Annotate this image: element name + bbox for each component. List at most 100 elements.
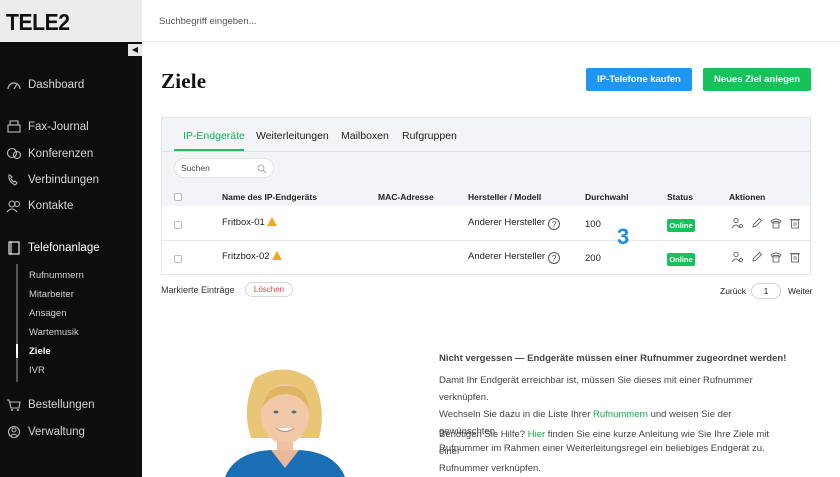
submenu-active-indicator <box>16 344 18 358</box>
col-mac-header[interactable]: MAC-Adresse <box>378 192 434 202</box>
sidebar-item-bestellungen[interactable]: Bestellungen <box>0 395 142 415</box>
page-number-input[interactable]: 1 <box>751 283 781 299</box>
settings-icon <box>7 425 21 439</box>
logo-area: TELE2 <box>0 0 142 42</box>
submenu-item-mitarbeiter[interactable]: Mitarbeiter <box>29 289 74 300</box>
rufnummern-link[interactable]: Rufnummern <box>593 409 648 420</box>
info-text: Rufnummer verknüpfen. <box>439 463 541 474</box>
submenu-item-rufnummern[interactable]: Rufnummern <box>29 270 84 281</box>
search-icon[interactable] <box>257 164 267 174</box>
device-name[interactable]: Fritzbox-02 <box>222 251 270 262</box>
phone-icon <box>8 174 18 186</box>
col-status-header[interactable]: Status <box>667 192 693 202</box>
phone-device-icon[interactable] <box>770 251 782 263</box>
submenu-item-ivr[interactable]: IVR <box>29 365 45 376</box>
phone-device-icon[interactable] <box>770 217 782 229</box>
tele2-logo[interactable]: TELE2 <box>6 9 70 36</box>
vendor-text: Anderer Hersteller <box>468 251 546 262</box>
info-text: Wechseln Sie dazu in die Liste Ihrer <box>439 409 594 420</box>
select-all-checkbox[interactable] <box>174 193 182 201</box>
sidebar-item-label: Bestellungen <box>28 399 95 411</box>
status-badge: Online <box>667 253 695 266</box>
sidebar-item-label: Telefonanlage <box>28 242 100 254</box>
col-extension-header[interactable]: Durchwahl <box>585 192 628 202</box>
sidebar-item-konferenzen[interactable]: Konferenzen <box>0 144 142 164</box>
pager-next[interactable]: Weiter <box>788 286 812 296</box>
page-title: Ziele <box>161 69 207 93</box>
sidebar-item-label: Dashboard <box>28 79 85 91</box>
submenu-line <box>16 264 18 382</box>
sidebar-item-verwaltung[interactable]: Verwaltung <box>0 422 142 442</box>
sidebar-item-label: Konferenzen <box>28 148 94 160</box>
sidebar-item-verbindungen[interactable]: Verbindungen <box>0 170 142 190</box>
submenu-item-ziele[interactable]: Ziele <box>29 346 51 357</box>
sidebar-item-kontakte[interactable]: Kontakte <box>0 196 142 216</box>
tab-weiterleitungen[interactable]: Weiterleitungen <box>256 130 329 142</box>
extension-cell: 100 <box>585 219 601 230</box>
buy-ip-phones-button[interactable]: IP-Telefone kaufen <box>586 68 692 91</box>
active-tab-indicator <box>174 149 244 151</box>
table-row: Fritzbox-02 Anderer Hersteller? 200 Onli… <box>162 241 810 275</box>
info-title: Nicht vergessen — Endgeräte müssen einer… <box>439 353 787 364</box>
col-vendor-header[interactable]: Hersteller / Modell <box>468 192 541 202</box>
tab-ip-endgeraete[interactable]: IP-Endgeräte <box>183 130 245 142</box>
info-paragraph-2: Benötigen Sie Hilfe? Hier finden Sie ein… <box>439 426 789 477</box>
help-link[interactable]: Hier <box>528 429 545 440</box>
devices-card: IP-Endgeräte Weiterleitungen Mailboxen R… <box>161 117 811 275</box>
vendor-cell: Anderer Hersteller? <box>468 217 561 230</box>
status-badge: Online <box>667 219 695 232</box>
support-person-image <box>225 369 345 477</box>
cart-icon <box>7 399 21 411</box>
edit-icon[interactable] <box>751 251 763 263</box>
global-search-input[interactable] <box>159 14 459 28</box>
info-text: Damit Ihr Endgerät erreichbar ist, müsse… <box>439 375 753 403</box>
top-bar <box>142 0 840 42</box>
contacts-icon <box>6 200 20 213</box>
tab-mailboxen[interactable]: Mailboxen <box>341 130 389 142</box>
sidebar: TELE2 ◀ Dashboard Fax-Journal Konferenze… <box>0 0 142 477</box>
assign-user-icon[interactable] <box>731 217 743 229</box>
col-name-header[interactable]: Name des IP-Endgeräts <box>222 192 317 202</box>
edit-icon[interactable] <box>751 217 763 229</box>
sidebar-item-label: Verbindungen <box>28 174 99 186</box>
device-name[interactable]: Fritbox-01 <box>222 217 265 228</box>
gauge-icon <box>7 82 21 90</box>
warning-icon <box>266 217 277 226</box>
conference-icon <box>6 147 22 160</box>
device-name-cell[interactable]: Fritzbox-02 <box>222 251 282 262</box>
new-target-button[interactable]: Neues Ziel anlegen <box>703 68 811 91</box>
sidebar-item-label: Verwaltung <box>28 426 85 438</box>
step-annotation: 3 <box>617 224 630 249</box>
delete-button[interactable]: Löschen <box>245 282 293 297</box>
vendor-text: Anderer Hersteller <box>468 217 546 228</box>
phone-system-icon <box>8 241 20 255</box>
row-checkbox[interactable] <box>174 221 182 229</box>
tab-rufgruppen[interactable]: Rufgruppen <box>402 130 457 142</box>
vendor-cell: Anderer Hersteller? <box>468 251 561 264</box>
table-search-input[interactable] <box>181 162 257 174</box>
pager-prev[interactable]: Zurück <box>720 286 746 296</box>
assign-user-icon[interactable] <box>731 251 743 263</box>
sidebar-item-telefonanlage[interactable]: Telefonanlage <box>0 238 142 258</box>
sidebar-item-label: Kontakte <box>28 200 74 212</box>
marked-entries-label: Markierte Einträge <box>161 285 235 295</box>
col-actions-header: Aktionen <box>729 192 766 202</box>
sidebar-item-dashboard[interactable]: Dashboard <box>0 75 142 95</box>
submenu-item-ansagen[interactable]: Ansagen <box>29 308 67 319</box>
info-text: Benötigen Sie Hilfe? <box>439 429 528 440</box>
submenu-item-wartemusik[interactable]: Wartemusik <box>29 327 79 338</box>
sidebar-item-fax-journal[interactable]: Fax-Journal <box>0 117 142 137</box>
table-search <box>174 158 274 178</box>
sidebar-item-label: Fax-Journal <box>28 121 89 133</box>
device-name-cell[interactable]: Fritbox-01 <box>222 217 277 228</box>
trash-icon[interactable] <box>789 217 801 229</box>
extension-cell: 200 <box>585 253 601 264</box>
warning-icon <box>271 251 282 260</box>
help-icon[interactable]: ? <box>548 252 561 264</box>
help-icon[interactable]: ? <box>548 218 561 230</box>
collapse-sidebar-button[interactable]: ◀ <box>128 44 142 56</box>
trash-icon[interactable] <box>789 251 801 263</box>
table-row: Fritbox-01 Anderer Hersteller? 100 Onlin… <box>162 207 810 241</box>
row-checkbox[interactable] <box>174 255 182 263</box>
tab-divider <box>162 151 810 152</box>
